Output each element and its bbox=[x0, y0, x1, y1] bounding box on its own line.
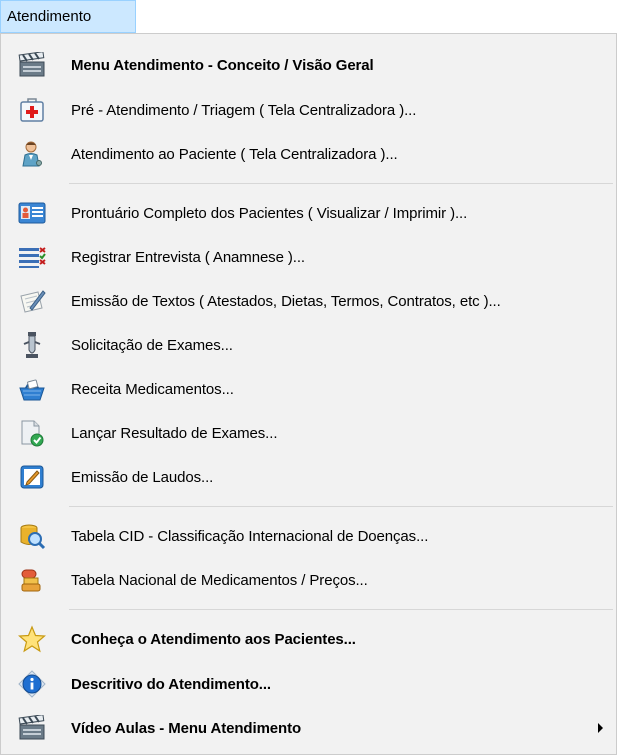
checklist-icon bbox=[17, 242, 47, 272]
edit-report-icon bbox=[17, 462, 47, 492]
menu-item-label: Conheça o Atendimento aos Pacientes... bbox=[71, 630, 356, 648]
menu-item-label: Emissão de Textos ( Atestados, Dietas, T… bbox=[71, 292, 501, 310]
menu-item-lancar-resultado-exames[interactable]: Lançar Resultado de Exames... bbox=[7, 412, 611, 454]
menu-item-label: Solicitação de Exames... bbox=[71, 336, 233, 354]
menu-separator bbox=[69, 609, 613, 610]
menu-item-prontuario-completo[interactable]: Prontuário Completo dos Pacientes ( Visu… bbox=[7, 192, 611, 234]
menu-item-label: Tabela Nacional de Medicamentos / Preços… bbox=[71, 571, 368, 589]
menu-item-atendimento-paciente[interactable]: Atendimento ao Paciente ( Tela Centraliz… bbox=[7, 133, 611, 175]
document-check-icon bbox=[17, 418, 47, 448]
menu-item-emissao-textos[interactable]: Emissão de Textos ( Atestados, Dietas, T… bbox=[7, 280, 611, 322]
database-search-icon bbox=[17, 521, 47, 551]
doctor-icon bbox=[17, 139, 47, 169]
menu-item-receita-medicamentos[interactable]: Receita Medicamentos... bbox=[7, 368, 611, 410]
menu-item-label: Pré - Atendimento / Triagem ( Tela Centr… bbox=[71, 101, 417, 119]
clapperboard-icon bbox=[17, 50, 47, 80]
menu-item-tabela-cid[interactable]: Tabela CID - Classificação Internacional… bbox=[7, 515, 611, 557]
pen-paper-icon bbox=[17, 286, 47, 316]
first-aid-kit-icon bbox=[17, 95, 47, 125]
exam-tube-icon bbox=[17, 330, 47, 360]
dropdown-menu: Menu Atendimento - Conceito / Visão Gera… bbox=[0, 33, 617, 755]
menu-bar: Atendimento bbox=[0, 0, 618, 33]
menu-item-label: Tabela CID - Classificação Internacional… bbox=[71, 527, 429, 545]
menu-item-emissao-laudos[interactable]: Emissão de Laudos... bbox=[7, 456, 611, 498]
pill-icon bbox=[17, 565, 47, 595]
menu-item-label: Lançar Resultado de Exames... bbox=[71, 424, 278, 442]
info-icon bbox=[17, 669, 47, 699]
menu-separator bbox=[69, 506, 613, 507]
menu-item-video-aulas[interactable]: Vídeo Aulas - Menu Atendimento bbox=[7, 707, 611, 749]
menu-item-pre-atendimento-triagem[interactable]: Pré - Atendimento / Triagem ( Tela Centr… bbox=[7, 89, 611, 131]
menu-item-registrar-entrevista[interactable]: Registrar Entrevista ( Anamnese )... bbox=[7, 236, 611, 278]
menu-item-solicitacao-exames[interactable]: Solicitação de Exames... bbox=[7, 324, 611, 366]
submenu-arrow-icon bbox=[598, 723, 603, 733]
menu-item-conheca-atendimento[interactable]: Conheça o Atendimento aos Pacientes... bbox=[7, 618, 611, 660]
menu-item-label: Menu Atendimento - Conceito / Visão Gera… bbox=[71, 56, 374, 74]
menu-item-label: Descritivo do Atendimento... bbox=[71, 675, 272, 693]
menu-item-tabela-nacional-medicamentos[interactable]: Tabela Nacional de Medicamentos / Preços… bbox=[7, 559, 611, 601]
medicine-basket-icon bbox=[17, 374, 47, 404]
clapperboard-icon bbox=[17, 713, 47, 743]
menu-item-label: Emissão de Laudos... bbox=[71, 468, 214, 486]
star-icon bbox=[17, 624, 47, 654]
menu-item-label: Prontuário Completo dos Pacientes ( Visu… bbox=[71, 204, 468, 222]
menu-item-conceito-visao-geral[interactable]: Menu Atendimento - Conceito / Visão Gera… bbox=[7, 44, 611, 86]
menubar-item-atendimento[interactable]: Atendimento bbox=[0, 0, 136, 33]
menu-item-descritivo-atendimento[interactable]: Descritivo do Atendimento... bbox=[7, 663, 611, 705]
app-root: Atendimento Menu Atendimento - Conceito … bbox=[0, 0, 618, 755]
menu-item-label: Registrar Entrevista ( Anamnese )... bbox=[71, 248, 305, 266]
menu-item-label: Atendimento ao Paciente ( Tela Centraliz… bbox=[71, 145, 398, 163]
menu-separator bbox=[69, 183, 613, 184]
id-card-icon bbox=[17, 198, 47, 228]
menu-item-label: Receita Medicamentos... bbox=[71, 380, 234, 398]
menu-item-label: Vídeo Aulas - Menu Atendimento bbox=[71, 719, 302, 737]
